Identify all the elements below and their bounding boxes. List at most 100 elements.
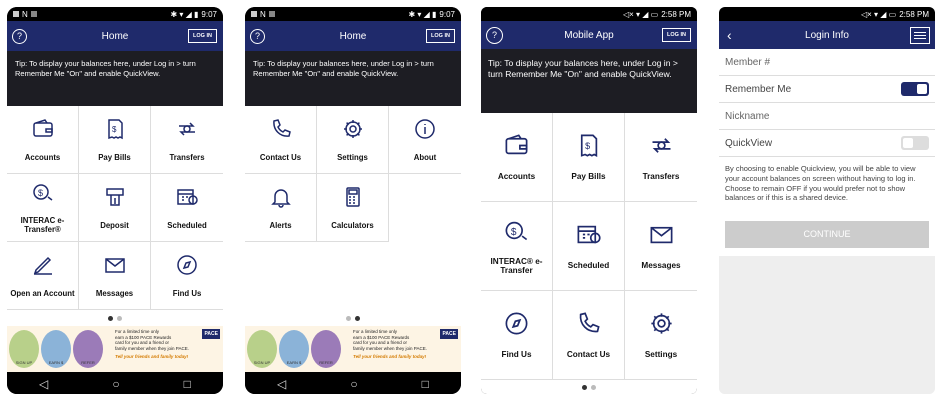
status-bar: N ✱ ▾ ◢ ▮ 9:07 xyxy=(7,7,223,21)
gear-icon xyxy=(648,310,675,342)
help-icon[interactable]: ? xyxy=(250,28,265,44)
back-icon[interactable]: ◁ xyxy=(39,377,48,391)
phone-icon xyxy=(269,117,293,146)
page-indicator xyxy=(7,310,223,326)
recent-apps-icon[interactable]: □ xyxy=(184,377,191,391)
promo-step: EARN $ xyxy=(41,330,71,368)
tile-label: Messages xyxy=(95,288,134,298)
tile-calculator[interactable]: Calculators xyxy=(317,174,389,242)
promo-banner[interactable]: SIGN UP EARN $ REFER For a limited time onl… xyxy=(245,326,461,372)
quickview-row: QuickView xyxy=(719,130,935,157)
promo-step: SIGN UP xyxy=(9,330,39,368)
tile-envelope[interactable]: Messages xyxy=(625,202,697,291)
gear-icon xyxy=(341,117,365,146)
member-number-field[interactable]: Member # xyxy=(719,49,935,76)
home-icon[interactable]: ○ xyxy=(350,377,357,391)
back-chevron-icon[interactable]: ‹ xyxy=(727,27,732,43)
promo-step: REFER xyxy=(311,330,341,368)
tile-label: INTERAC® e-Transfer xyxy=(490,256,543,275)
phone-screen-login-info: ◁× ▾ ◢ ▭ 2:58 PM ‹ Login Info Member # R… xyxy=(719,7,935,394)
phone-screen-home-2: N ✱ ▾ ◢ ▮ 9:07 ? Home LOG IN Tip: To dis… xyxy=(245,7,461,394)
bill-icon: $ xyxy=(575,132,602,164)
info-icon xyxy=(413,117,437,146)
tile-label: Messages xyxy=(641,261,681,271)
svg-text:$: $ xyxy=(585,141,590,151)
tile-compass[interactable]: Find Us xyxy=(481,291,553,380)
tile-compass[interactable]: Find Us xyxy=(151,242,223,310)
deposit-icon xyxy=(103,185,127,214)
promo-step: EARN $ xyxy=(279,330,309,368)
tile-label: Open an Account xyxy=(10,288,75,298)
page-title: Login Info xyxy=(805,29,849,41)
tile-scheduled[interactable]: Scheduled xyxy=(553,202,625,291)
tile-phone[interactable]: Contact Us xyxy=(245,106,317,174)
tile-info[interactable]: About xyxy=(389,106,461,174)
remember-me-toggle[interactable] xyxy=(901,82,929,96)
nickname-field[interactable]: Nickname xyxy=(719,103,935,130)
recent-apps-icon[interactable]: □ xyxy=(422,377,429,391)
login-button[interactable]: LOG IN xyxy=(188,29,217,43)
tile-label: Pay Bills xyxy=(98,152,131,162)
tile-label: Settings xyxy=(337,152,368,162)
back-icon[interactable]: ◁ xyxy=(277,377,286,391)
menu-icon[interactable] xyxy=(910,26,930,44)
tile-bill[interactable]: $ Pay Bills xyxy=(553,113,625,202)
promo-line4: family member when they join PACE. xyxy=(115,345,189,351)
tile-label: Deposit xyxy=(100,220,129,230)
tile-etransfer[interactable]: $ INTERAC e-Transfer® xyxy=(7,174,79,242)
quickview-tip: Tip: To display your balances here, unde… xyxy=(7,51,223,106)
tile-bell[interactable]: Alerts xyxy=(245,174,317,242)
svg-text:$: $ xyxy=(38,188,43,198)
page-indicator xyxy=(481,380,697,394)
tile-deposit[interactable]: Deposit xyxy=(79,174,151,242)
help-icon[interactable]: ? xyxy=(486,26,503,44)
calculator-icon xyxy=(341,185,365,214)
tile-label: Accounts xyxy=(497,172,536,182)
tile-envelope[interactable]: Messages xyxy=(79,242,151,310)
tile-transfer[interactable]: Transfers xyxy=(151,106,223,174)
tile-empty xyxy=(389,174,461,242)
promo-step: SIGN UP xyxy=(247,330,277,368)
tile-label: Scheduled xyxy=(567,261,610,271)
tile-transfer[interactable]: Transfers xyxy=(625,113,697,202)
login-button[interactable]: LOG IN xyxy=(662,28,691,42)
help-icon[interactable]: ? xyxy=(12,28,27,44)
tile-wallet[interactable]: Accounts xyxy=(7,106,79,174)
login-button[interactable]: LOG IN xyxy=(426,29,455,43)
tile-bill[interactable]: $ Pay Bills xyxy=(79,106,151,174)
quickview-note: By choosing to enable Quickview, you wil… xyxy=(719,157,935,221)
tile-etransfer[interactable]: $ INTERAC® e-Transfer xyxy=(481,202,553,291)
tile-label: About xyxy=(413,152,437,162)
android-nav-bar: ◁ ○ □ xyxy=(7,372,223,394)
continue-button[interactable]: CONTINUE xyxy=(725,221,929,248)
tile-label: Accounts xyxy=(24,152,61,162)
tile-label: Settings xyxy=(644,350,678,360)
home-icon[interactable]: ○ xyxy=(112,377,119,391)
scheduled-icon xyxy=(175,185,199,214)
tile-gear[interactable]: Settings xyxy=(625,291,697,380)
status-bar: ◁× ▾ ◢ ▭ 2:58 PM xyxy=(719,7,935,21)
page-title: Home xyxy=(101,30,129,42)
tile-label: Alerts xyxy=(269,220,292,230)
remember-me-row: Remember Me xyxy=(719,76,935,103)
tile-pen[interactable]: Open an Account xyxy=(7,242,79,310)
tile-scheduled[interactable]: Scheduled xyxy=(151,174,223,242)
tile-gear[interactable]: Settings xyxy=(317,106,389,174)
tile-label: Find Us xyxy=(501,350,532,360)
android-nav-bar: ◁ ○ □ xyxy=(245,372,461,394)
promo-banner[interactable]: SIGN UP EARN $ REFER For a limited time onl… xyxy=(7,326,223,372)
phone-icon xyxy=(575,310,602,342)
compass-icon xyxy=(175,253,199,282)
promo-tagline: Tell your friends and family today! xyxy=(115,353,189,359)
transfer-icon xyxy=(175,117,199,146)
wallet-icon xyxy=(503,132,530,164)
tile-phone[interactable]: Contact Us xyxy=(553,291,625,380)
app-header: ‹ Login Info xyxy=(719,21,935,49)
transfer-icon xyxy=(648,132,675,164)
tile-label: Calculators xyxy=(331,220,374,230)
promo-tagline: Tell your friends and family today! xyxy=(353,353,427,359)
tile-wallet[interactable]: Accounts xyxy=(481,113,553,202)
etransfer-icon: $ xyxy=(31,180,55,209)
quickview-toggle[interactable] xyxy=(901,136,929,150)
envelope-icon xyxy=(648,221,675,253)
